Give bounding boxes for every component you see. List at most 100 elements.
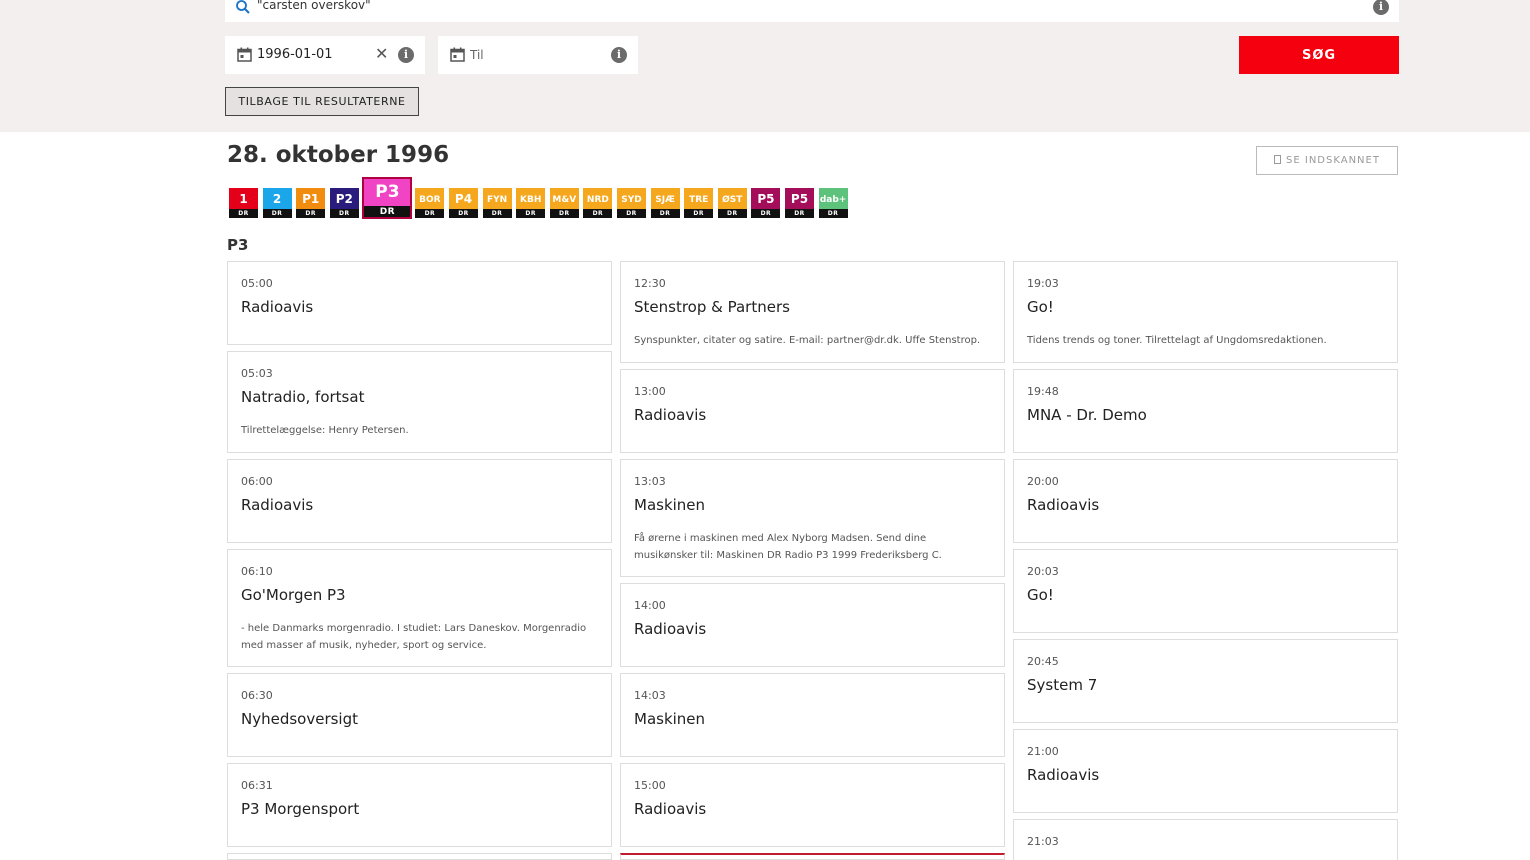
program-card[interactable]: 21:03 [1013,819,1398,860]
program-card[interactable]: 13:00 Radioavis [620,369,1005,453]
to-date-field[interactable]: Til i [438,36,638,74]
program-time: 14:03 [634,689,666,702]
clear-icon[interactable]: ✕ [375,46,388,62]
program-card[interactable]: 19:03 Go! Tidens trends og toner. Tilrette… [1013,261,1398,363]
channel-logo-1[interactable]: 1 DR [229,188,258,218]
program-card[interactable] [620,853,1005,860]
channel-logo-dr-band: DR [818,209,848,218]
to-date-placeholder: Til [470,48,484,62]
program-card[interactable]: 14:00 Radioavis [620,583,1005,667]
program-description: Få ørerne i maskinen med Alex Nyborg Mad… [634,533,942,561]
program-card[interactable]: 12:30 Stenstrop & Partners Synspunkter, ci… [620,261,1005,363]
program-time: 14:00 [634,599,666,612]
channel-logo-p1[interactable]: P1 DR [296,188,326,218]
program-card[interactable]: 20:03 Go! [1013,549,1398,633]
program-title: Maskinen [634,496,706,514]
channel-logo-dab[interactable]: dab+ DR [818,188,848,218]
channel-logo-label: FYN [482,188,512,209]
program-time: 20:03 [1027,565,1059,578]
program-title: Stenstrop & Partners [634,298,790,316]
from-date-field[interactable]: 1996-01-01 ✕ i [225,36,425,74]
info-icon[interactable]: i [611,47,627,63]
channel-logo-label: SYD [617,188,646,209]
program-time: 06:31 [241,779,273,792]
channel-logo-dr-band: DR [785,209,814,218]
channel-logo-label: 1 [229,188,258,209]
program-title: Radioavis [241,496,314,514]
info-icon[interactable]: i [1373,0,1389,15]
channel-logo-dr-band: DR [617,209,646,218]
info-icon[interactable]: i [398,47,414,63]
channel-logo-dr-band: DR [296,209,326,218]
channel-logo-dr-band: DR [583,209,613,218]
program-card[interactable]: 05:00 Radioavis [227,261,612,345]
program-title: Radioavis [1027,496,1100,514]
program-card[interactable]: 20:00 Radioavis [1013,459,1398,543]
calendar-icon [450,47,465,62]
channel-logo-dr-band: DR [482,209,512,218]
program-description: - hele Danmarks morgenradio. I studiet: … [241,623,587,651]
channel-logo-p3[interactable]: P3 DR [362,177,413,219]
channel-logo-label: SJÆ [650,188,680,209]
channel-logo-nrd[interactable]: NRD DR [583,188,613,218]
program-title: Maskinen [634,710,706,728]
channel-logo-fyn[interactable]: FYN DR [482,188,512,218]
from-date-value: 1996-01-01 [257,47,333,62]
program-time: 12:30 [634,277,666,290]
program-title: System 7 [1027,676,1098,694]
channel-logo-label: dab+ [818,188,848,209]
channel-logo-p5[interactable]: P5 DR [785,188,814,218]
channel-logo-2[interactable]: 2 DR [262,188,292,218]
program-card[interactable]: 21:00 Radioavis [1013,729,1398,813]
program-time: 05:03 [241,367,273,380]
channel-logo-p2[interactable]: P2 DR [329,188,359,218]
program-time: 20:00 [1027,475,1059,488]
channel-logo-p4[interactable]: P4 DR [449,188,478,218]
program-card[interactable]: 06:00 Radioavis [227,459,612,543]
program-title: P3 Morgensport [241,800,360,818]
program-time: 13:03 [634,475,666,488]
channel-logo-label: P4 [449,188,478,209]
channel-logo-tre[interactable]: TRE DR [684,188,714,218]
view-scan-button[interactable]: SE INDSKANNET [1256,146,1398,175]
channel-logo-øst[interactable]: ØST DR [717,188,747,218]
back-to-results-button[interactable]: TILBAGE TIL RESULTATERNE [225,87,419,116]
channel-logo-p5[interactable]: P5 DR [751,188,781,218]
program-time: 20:45 [1027,655,1059,668]
channel-heading: P3 [227,236,249,254]
search-button[interactable]: SØG [1239,36,1399,74]
channel-logo-label: P3 [363,178,412,206]
program-card[interactable] [227,853,612,860]
program-time: 05:00 [241,277,273,290]
program-time: 06:10 [241,565,273,578]
program-card[interactable]: 15:00 Radioavis [620,763,1005,847]
channel-logo-dr-band: DR [650,209,680,218]
program-card[interactable]: 06:30 Nyhedsoversigt [227,673,612,757]
page-title: 28. oktober 1996 [227,142,450,168]
program-card[interactable]: 06:10 Go'Morgen P3 - hele Danmarks morgenr… [227,549,612,667]
search-input[interactable]: "carsten overskov" i [225,0,1399,22]
program-card[interactable]: 06:31 P3 Morgensport [227,763,612,847]
program-title: Radioavis [634,406,707,424]
program-time: 06:30 [241,689,273,702]
program-time: 19:48 [1027,385,1059,398]
program-card[interactable]: 20:45 System 7 [1013,639,1398,723]
program-time: 06:00 [241,475,273,488]
program-time: 21:03 [1027,835,1059,848]
program-description: Tilrettelæggelse: Henry Petersen. [241,425,409,436]
program-card[interactable]: 19:48 MNA - Dr. Demo [1013,369,1398,453]
channel-logo-label: NRD [583,188,613,209]
channel-logo-dr-band: DR [415,209,445,218]
channel-logo-mv[interactable]: M&V DR [549,188,579,218]
program-card[interactable]: 13:03 Maskinen Få ørerne i maskinen med Al… [620,459,1005,577]
program-card[interactable]: 05:03 Natradio, fortsat Tilrettelæggelse: … [227,351,612,453]
channel-logo-bor[interactable]: BOR DR [415,188,445,218]
program-time: 13:00 [634,385,666,398]
channel-logo-kbh[interactable]: KBH DR [516,188,546,218]
program-title: Radioavis [634,800,707,818]
channel-logo-syd[interactable]: SYD DR [617,188,646,218]
program-time: 15:00 [634,779,666,792]
channel-logo-label: ØST [717,188,747,209]
program-card[interactable]: 14:03 Maskinen [620,673,1005,757]
channel-logo-sjæ[interactable]: SJÆ DR [650,188,680,218]
